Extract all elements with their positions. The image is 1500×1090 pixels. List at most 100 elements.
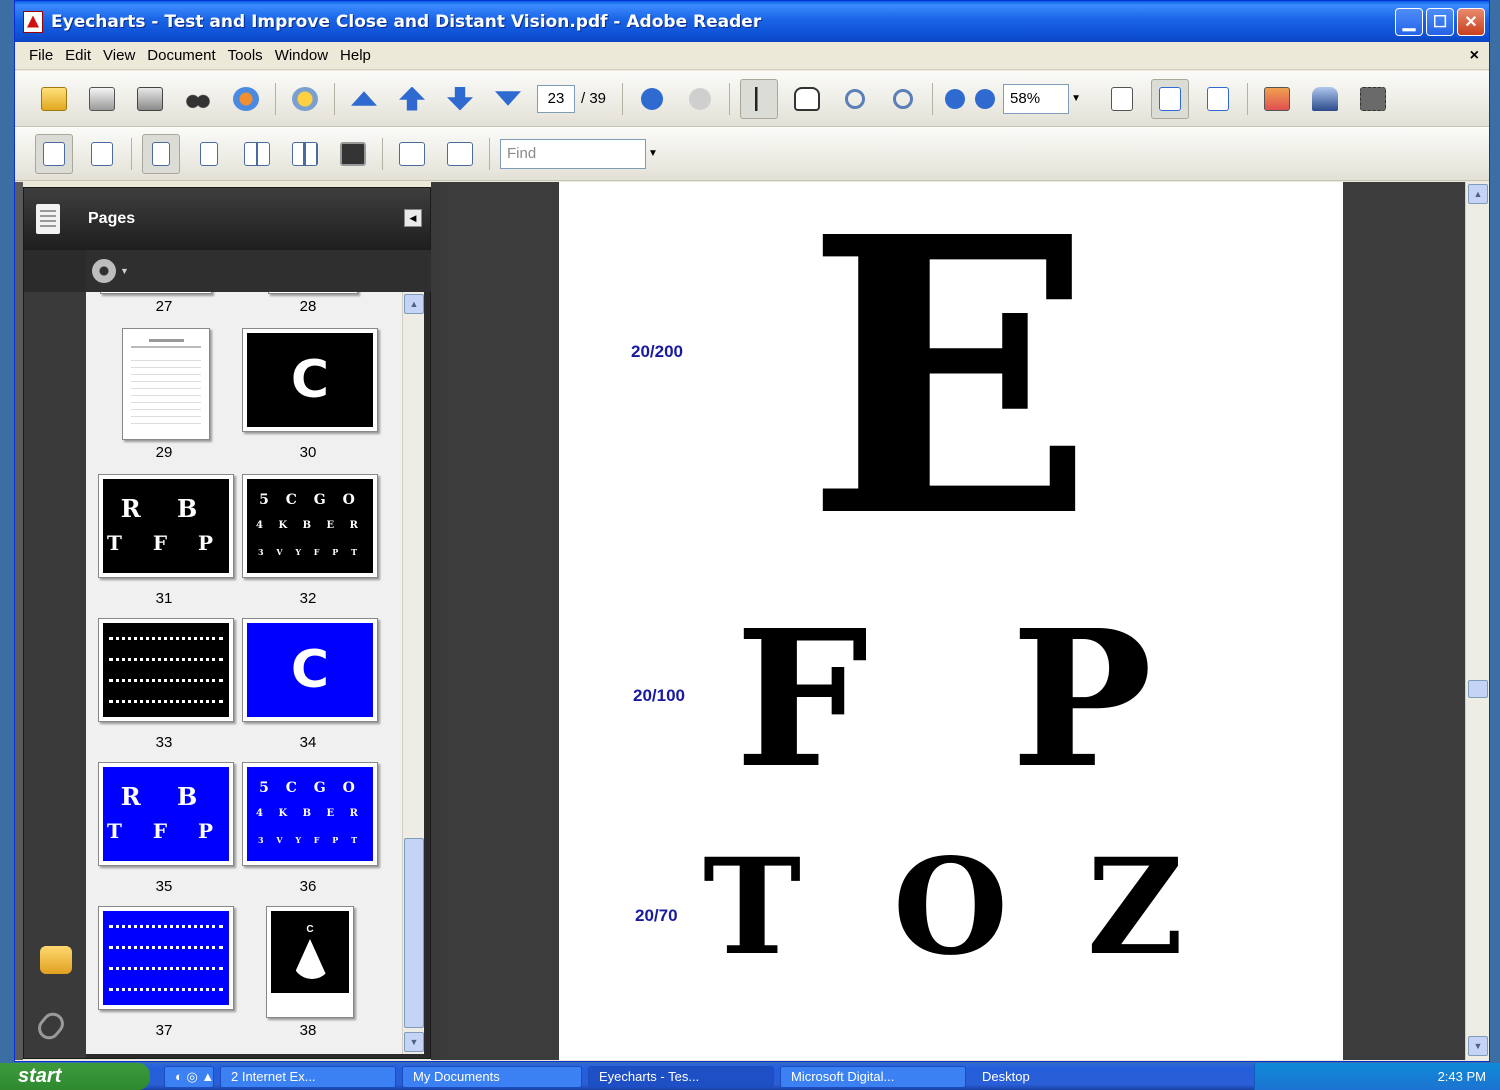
fit-visible-button[interactable] [83, 134, 121, 174]
page-thumbnail[interactable] [98, 906, 234, 1010]
scroll-down-button[interactable]: ▼ [1468, 1036, 1488, 1056]
zoom-dropdown-arrow[interactable]: ▼ [1069, 93, 1083, 104]
taskbar-item[interactable]: 2 Internet Ex... [220, 1065, 396, 1088]
hand-tool-button[interactable] [788, 79, 826, 119]
marquee-zoom-button[interactable] [836, 79, 874, 119]
collaborate-button[interactable] [286, 79, 324, 119]
print-button[interactable] [83, 79, 121, 119]
previous-view-button[interactable] [633, 79, 671, 119]
dynamic-zoom-button[interactable] [884, 79, 922, 119]
zoom-input[interactable]: 58% [1003, 83, 1070, 114]
page-number-input[interactable]: 23 [537, 84, 575, 113]
thumbnail-page-number: 31 [155, 590, 173, 607]
zoom-in-button[interactable] [973, 79, 997, 119]
page-thumbnail[interactable] [122, 328, 210, 440]
maximize-button[interactable]: ☐ [1426, 8, 1454, 36]
thumbnail-image: C [271, 911, 349, 993]
menu-tools[interactable]: Tools [222, 47, 269, 64]
start-button[interactable]: start [0, 1063, 150, 1090]
save-button[interactable] [131, 79, 169, 119]
grid-pages-icon [292, 141, 318, 166]
minimize-button[interactable]: ▁ [1395, 8, 1423, 36]
page-thumbnail[interactable] [98, 618, 234, 722]
full-screen-button[interactable] [334, 134, 372, 174]
menu-window[interactable]: Window [269, 47, 334, 64]
scrollbar-thumb[interactable] [404, 838, 424, 1028]
close-button[interactable]: ✕ [1457, 8, 1485, 36]
page-thumbnail[interactable] [100, 292, 212, 294]
single-page-icon [200, 141, 218, 166]
zoom-out-button[interactable] [943, 79, 967, 119]
menu-edit[interactable]: Edit [59, 47, 97, 64]
quick-launch[interactable]: ◐ ◎ ▲ [164, 1065, 214, 1088]
taskbar-item[interactable]: Eyecharts - Tes... [588, 1065, 774, 1088]
page-thumbnail[interactable]: R B T F P [98, 762, 234, 866]
menu-help[interactable]: Help [334, 47, 377, 64]
zoom-marquee-icon [845, 88, 866, 109]
desktop-toolbar[interactable]: Desktop [972, 1066, 1122, 1088]
fit-width-icon [1159, 86, 1182, 111]
paperclip-icon[interactable] [33, 1008, 69, 1044]
single-page-button[interactable] [190, 134, 228, 174]
menu-document[interactable]: Document [141, 47, 221, 64]
document-view[interactable]: 20/200 E 20/100 F P 20/70 T O Z [441, 182, 1465, 1060]
disk-icon [137, 86, 163, 111]
page-thumbnail[interactable]: C [242, 328, 378, 432]
navigation-icons-bar [24, 292, 86, 1058]
rotate-ccw-button[interactable] [393, 134, 431, 174]
taskbar-item[interactable]: My Documents [402, 1065, 582, 1088]
stamp-button[interactable] [1306, 79, 1344, 119]
menu-file[interactable]: File [23, 47, 59, 64]
thumbnail-page-number: 30 [299, 444, 317, 461]
last-page-button[interactable] [489, 79, 527, 119]
fit-width-button[interactable] [1151, 78, 1190, 119]
gear-icon[interactable] [92, 259, 116, 283]
options-dropdown-arrow[interactable]: ▼ [120, 266, 129, 276]
previous-page-button[interactable] [393, 79, 431, 119]
page-thumbnail[interactable]: C [242, 618, 378, 722]
text-cursor-arrow-icon [746, 86, 773, 111]
page-thumbnail[interactable]: R B T F P [98, 474, 234, 578]
document-close-button[interactable]: × [1470, 47, 1479, 65]
share-button[interactable] [227, 79, 265, 119]
title-bar[interactable]: Eyecharts - Test and Improve Close and D… [15, 1, 1489, 42]
next-page-button[interactable] [441, 79, 479, 119]
taskbar-item[interactable]: Microsoft Digital... [780, 1065, 966, 1088]
fit-page-button[interactable] [1199, 79, 1237, 119]
two-up-button[interactable] [238, 134, 276, 174]
maximize-icon: ☐ [1432, 14, 1448, 31]
select-tool-button[interactable] [740, 78, 779, 119]
page-thumbnail[interactable]: C [266, 906, 354, 1018]
open-button[interactable] [35, 79, 73, 119]
page-thumbnail[interactable]: 5 C G O 4 K B E R 3 V Y F P T [242, 762, 378, 866]
first-page-button[interactable] [345, 79, 383, 119]
collapse-panel-button[interactable]: ◀ [404, 209, 422, 227]
two-up-continuous-button[interactable] [286, 134, 324, 174]
page-thumbnail[interactable] [268, 292, 358, 294]
thumbnail-scrollbar[interactable]: ▲ ▼ [402, 292, 424, 1054]
scroll-down-button[interactable]: ▼ [404, 1032, 424, 1052]
fit-width-view-button[interactable] [35, 133, 73, 174]
panel-splitter[interactable] [431, 182, 441, 1060]
scroll-up-button[interactable]: ▲ [1468, 184, 1488, 204]
adobe-reader-icon [23, 10, 43, 33]
scroll-up-button[interactable]: ▲ [404, 294, 424, 314]
pdf-page: 20/200 E 20/100 F P 20/70 T O Z [559, 182, 1343, 1060]
scrollbar-thumb[interactable] [1468, 680, 1488, 698]
search-button[interactable] [179, 79, 217, 119]
page-thumbnail[interactable]: 5 C G O 4 K B E R 3 V Y F P T [242, 474, 378, 578]
single-page-continuous-button[interactable] [142, 133, 180, 174]
find-dropdown-arrow[interactable]: ▼ [646, 148, 660, 159]
rotate-cw-button[interactable] [441, 134, 479, 174]
next-view-button[interactable] [681, 79, 719, 119]
comments-icon[interactable] [40, 946, 72, 974]
arrow-up-icon [399, 86, 425, 111]
document-scrollbar[interactable]: ▲ ▼ [1465, 182, 1489, 1060]
clock[interactable]: 2:43 PM [1438, 1069, 1486, 1084]
find-input[interactable]: Find [500, 138, 646, 169]
snapshot-button[interactable] [1354, 79, 1392, 119]
chart-letter: T [703, 830, 802, 985]
actual-size-button[interactable] [1103, 79, 1141, 119]
slideshow-button[interactable] [1258, 79, 1296, 119]
menu-view[interactable]: View [97, 47, 141, 64]
